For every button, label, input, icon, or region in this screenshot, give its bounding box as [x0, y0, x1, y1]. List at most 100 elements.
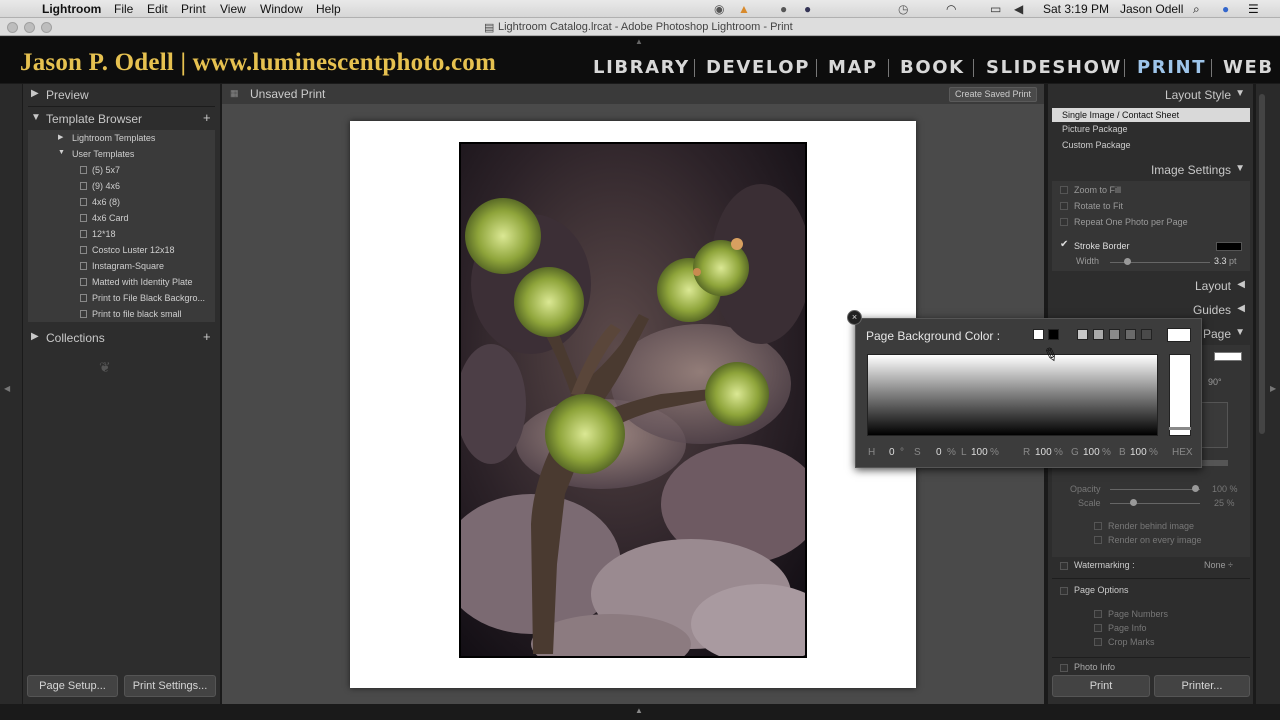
- page-background-color-swatch[interactable]: [1214, 352, 1242, 361]
- printer-button[interactable]: Printer...: [1154, 675, 1250, 697]
- collections-panel-header[interactable]: ▶ Collections +: [23, 327, 220, 349]
- luminance-slider-thumb[interactable]: [1169, 427, 1191, 430]
- layout-option[interactable]: Custom Package: [1062, 140, 1131, 150]
- menu-file[interactable]: File: [114, 2, 133, 16]
- opacity-value[interactable]: 100 %: [1212, 484, 1238, 494]
- notification-center-icon[interactable]: ☰: [1248, 2, 1259, 16]
- swatch-gray-1[interactable]: [1077, 329, 1088, 340]
- status-icon-4[interactable]: ●: [804, 2, 811, 16]
- opacity-slider[interactable]: [1110, 489, 1200, 490]
- stroke-color-swatch[interactable]: [1216, 242, 1242, 251]
- watermark-dropdown[interactable]: None ÷: [1204, 560, 1233, 570]
- render-behind-checkbox[interactable]: [1094, 522, 1102, 530]
- status-icon-3[interactable]: ●: [780, 2, 787, 16]
- layout-option[interactable]: Picture Package: [1062, 124, 1128, 134]
- identity-plate-preview[interactable]: [1198, 402, 1228, 448]
- status-icon-2[interactable]: ▲: [738, 2, 750, 16]
- stroke-width-value[interactable]: 3.3: [1214, 256, 1227, 266]
- color-swatch-bar[interactable]: [1198, 460, 1228, 466]
- watermark-checkbox[interactable]: [1060, 562, 1068, 570]
- spotlight-icon[interactable]: ⌕: [1193, 2, 1200, 17]
- crop-marks-checkbox[interactable]: [1094, 638, 1102, 646]
- menubar-clock[interactable]: Sat 3:19 PM: [1043, 2, 1109, 16]
- preview-panel-header[interactable]: ▶ Preview: [23, 84, 220, 106]
- rotate-to-fit-checkbox[interactable]: [1060, 202, 1068, 210]
- module-develop[interactable]: DEVELOP: [706, 57, 810, 78]
- render-every-checkbox[interactable]: [1094, 536, 1102, 544]
- swatch-black[interactable]: [1048, 329, 1059, 340]
- scale-value[interactable]: 25 %: [1214, 498, 1235, 508]
- swatch-white[interactable]: [1033, 329, 1044, 340]
- blue-value[interactable]: 100: [1130, 447, 1147, 458]
- add-collection-icon[interactable]: +: [203, 329, 211, 344]
- swatch-gray-3[interactable]: [1109, 329, 1120, 340]
- module-map[interactable]: MAP: [828, 57, 878, 78]
- red-value[interactable]: 100: [1035, 447, 1052, 458]
- repeat-photo-checkbox[interactable]: [1060, 218, 1068, 226]
- swatch-gray-2[interactable]: [1093, 329, 1104, 340]
- menu-view[interactable]: View: [220, 2, 246, 16]
- siri-icon[interactable]: ●: [1222, 2, 1229, 16]
- stroke-width-slider-thumb[interactable]: [1124, 258, 1131, 265]
- create-saved-print-button[interactable]: Create Saved Print: [949, 87, 1037, 102]
- template-item[interactable]: Print to file black small: [28, 306, 215, 322]
- luminance-slider[interactable]: [1169, 354, 1191, 436]
- collapse-top-panel-icon[interactable]: ▲: [635, 37, 643, 46]
- template-item[interactable]: 4x6 Card: [28, 210, 215, 226]
- photo-info-checkbox[interactable]: [1060, 664, 1068, 672]
- minimize-window-button[interactable]: [24, 22, 35, 33]
- template-item[interactable]: Costco Luster 12x18: [28, 242, 215, 258]
- menubar-user[interactable]: Jason Odell: [1120, 2, 1183, 16]
- template-item[interactable]: 12*18: [28, 226, 215, 242]
- template-item[interactable]: Instagram-Square: [28, 258, 215, 274]
- luminance-value[interactable]: 100: [971, 447, 988, 458]
- scale-slider-thumb[interactable]: [1130, 499, 1137, 506]
- close-icon[interactable]: ×: [847, 310, 862, 325]
- print-photo[interactable]: [459, 142, 807, 658]
- scale-slider[interactable]: [1110, 503, 1200, 504]
- module-book[interactable]: BOOK: [900, 57, 965, 78]
- menu-help[interactable]: Help: [316, 2, 341, 16]
- zoom-to-fill-checkbox[interactable]: [1060, 186, 1068, 194]
- template-item[interactable]: (9) 4x6: [28, 178, 215, 194]
- template-folder-user[interactable]: ▼ User Templates: [28, 146, 215, 162]
- layout-header[interactable]: Layout ◀: [1048, 275, 1253, 297]
- layout-option-selected[interactable]: Single Image / Contact Sheet: [1052, 108, 1250, 122]
- collapse-right-panel-icon[interactable]: ▶: [1270, 384, 1276, 393]
- time-machine-icon[interactable]: ◷: [898, 2, 908, 16]
- status-icon-1[interactable]: ◉: [714, 2, 724, 16]
- collapse-left-panel-icon[interactable]: ◀: [4, 384, 10, 393]
- add-template-icon[interactable]: +: [203, 110, 211, 125]
- module-library[interactable]: LIBRARY: [593, 57, 690, 78]
- image-settings-header[interactable]: Image Settings ▼: [1048, 159, 1253, 181]
- menu-print[interactable]: Print: [181, 2, 206, 16]
- layout-style-header[interactable]: Layout Style ▼: [1048, 84, 1253, 106]
- template-item[interactable]: (5) 5x7: [28, 162, 215, 178]
- close-window-button[interactable]: [7, 22, 18, 33]
- airplay-icon[interactable]: ▭: [990, 2, 1001, 16]
- app-menu[interactable]: Lightroom: [42, 2, 101, 16]
- stroke-border-check-icon[interactable]: ✔: [1060, 239, 1068, 250]
- menu-window[interactable]: Window: [260, 2, 303, 16]
- print-button[interactable]: Print: [1052, 675, 1150, 697]
- hue-value[interactable]: 0: [889, 447, 895, 458]
- green-value[interactable]: 100: [1083, 447, 1100, 458]
- volume-icon[interactable]: ◀: [1014, 2, 1023, 16]
- collapse-filmstrip-icon[interactable]: ▲: [635, 706, 643, 715]
- page-info-checkbox[interactable]: [1094, 624, 1102, 632]
- template-item[interactable]: Print to File Black Backgro...: [28, 290, 215, 306]
- right-panel-scrollbar[interactable]: [1259, 94, 1265, 434]
- color-gradient-field[interactable]: [867, 354, 1158, 436]
- template-browser-header[interactable]: ▼ Template Browser +: [23, 108, 220, 130]
- swatch-gray-5[interactable]: [1141, 329, 1152, 340]
- page-options-checkbox[interactable]: [1060, 587, 1068, 595]
- swatch-gray-4[interactable]: [1125, 329, 1136, 340]
- wifi-icon[interactable]: ◠: [946, 2, 956, 16]
- template-folder-lightroom[interactable]: ▶ Lightroom Templates: [28, 130, 215, 146]
- template-item[interactable]: 4x6 (8): [28, 194, 215, 210]
- zoom-window-button[interactable]: [41, 22, 52, 33]
- print-settings-button[interactable]: Print Settings...: [124, 675, 216, 697]
- saturation-value[interactable]: 0: [936, 447, 942, 458]
- template-item[interactable]: Matted with Identity Plate: [28, 274, 215, 290]
- module-print[interactable]: PRINT: [1137, 57, 1206, 78]
